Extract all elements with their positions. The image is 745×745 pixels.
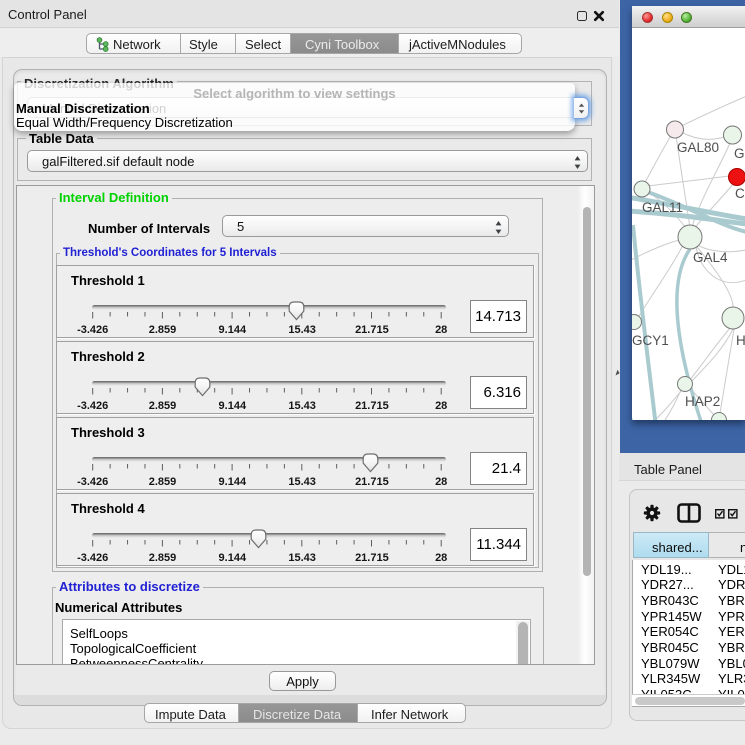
svg-text:G: G [734, 146, 745, 161]
svg-text:GAL4: GAL4 [693, 250, 728, 265]
svg-text:GAL11: GAL11 [642, 200, 683, 215]
svg-text:GCY1: GCY1 [632, 333, 669, 348]
svg-text:H: H [736, 333, 745, 348]
svg-text:C: C [735, 186, 745, 201]
svg-text:GAL80: GAL80 [677, 140, 719, 155]
svg-text:HAP2: HAP2 [685, 394, 720, 409]
